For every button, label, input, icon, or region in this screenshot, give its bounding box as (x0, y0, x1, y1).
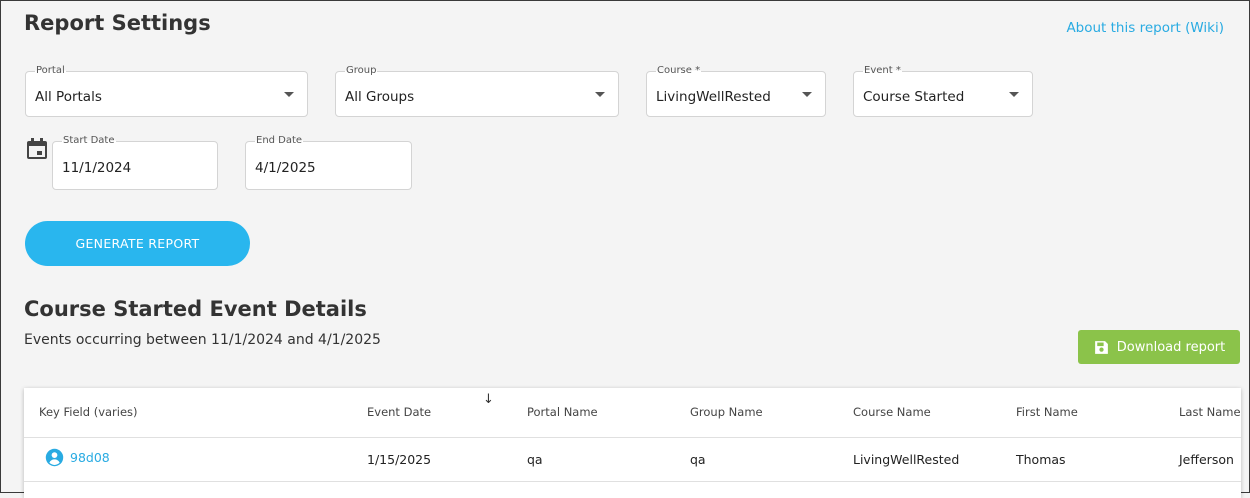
chevron-down-icon (1009, 92, 1019, 97)
portal-name-cell: qa (527, 452, 543, 467)
group-label: Group (345, 65, 378, 76)
column-header-group-name[interactable]: Group Name (690, 405, 763, 419)
download-report-label: Download report (1116, 339, 1226, 355)
user-circle-icon (45, 448, 64, 467)
column-header-event-date[interactable]: Event Date (367, 405, 431, 419)
sort-arrow-icon[interactable]: ↓ (483, 392, 494, 407)
event-date-cell: 1/15/2025 (367, 452, 432, 467)
group-select[interactable]: Group All Groups (335, 65, 619, 117)
course-value: LivingWellRested (656, 89, 771, 105)
column-header-last-name[interactable]: Last Name (1179, 405, 1241, 419)
first-name-cell: Thomas (1016, 452, 1066, 467)
floppy-disk-icon (1093, 339, 1110, 356)
key-field-cell[interactable]: 98d08 (45, 448, 110, 467)
event-label: Event * (863, 65, 902, 76)
portal-value: All Portals (35, 89, 102, 105)
column-header-portal-name[interactable]: Portal Name (527, 405, 598, 419)
calendar-icon[interactable] (25, 137, 49, 161)
wiki-link[interactable]: About this report (Wiki) (1066, 20, 1224, 36)
details-subtitle: Events occurring between 11/1/2024 and 4… (24, 332, 381, 348)
column-header-course-name[interactable]: Course Name (853, 405, 931, 419)
course-select[interactable]: Course * LivingWellRested (646, 65, 826, 117)
column-header-key-field[interactable]: Key Field (varies) (39, 405, 138, 419)
start-date-label: Start Date (62, 135, 116, 146)
end-date-field[interactable]: End Date 4/1/2025 (245, 135, 412, 190)
last-name-cell: Jefferson (1179, 452, 1234, 467)
event-details-table: Key Field (varies) Event Date ↓ Portal N… (24, 388, 1241, 498)
group-value: All Groups (345, 89, 415, 105)
download-report-button[interactable]: Download report (1078, 330, 1240, 364)
row-divider (24, 481, 1241, 482)
start-date-field[interactable]: Start Date 11/1/2024 (52, 135, 218, 190)
chevron-down-icon (802, 92, 812, 97)
column-header-first-name[interactable]: First Name (1016, 405, 1078, 419)
end-date-value: 4/1/2025 (255, 160, 316, 176)
portal-select[interactable]: Portal All Portals (25, 65, 308, 117)
end-date-label: End Date (255, 135, 304, 146)
key-field-link[interactable]: 98d08 (70, 450, 110, 465)
start-date-value: 11/1/2024 (62, 160, 132, 176)
course-label: Course * (656, 65, 702, 76)
chevron-down-icon (595, 92, 605, 97)
course-name-cell: LivingWellRested (853, 452, 960, 467)
details-title: Course Started Event Details (24, 297, 367, 321)
group-name-cell: qa (690, 452, 706, 467)
page-title: Report Settings (24, 11, 211, 35)
generate-report-button[interactable]: GENERATE REPORT (25, 221, 250, 266)
event-value: Course Started (863, 89, 965, 105)
portal-label: Portal (35, 65, 66, 76)
event-select[interactable]: Event * Course Started (853, 65, 1033, 117)
header-divider (24, 437, 1241, 438)
chevron-down-icon (284, 92, 294, 97)
